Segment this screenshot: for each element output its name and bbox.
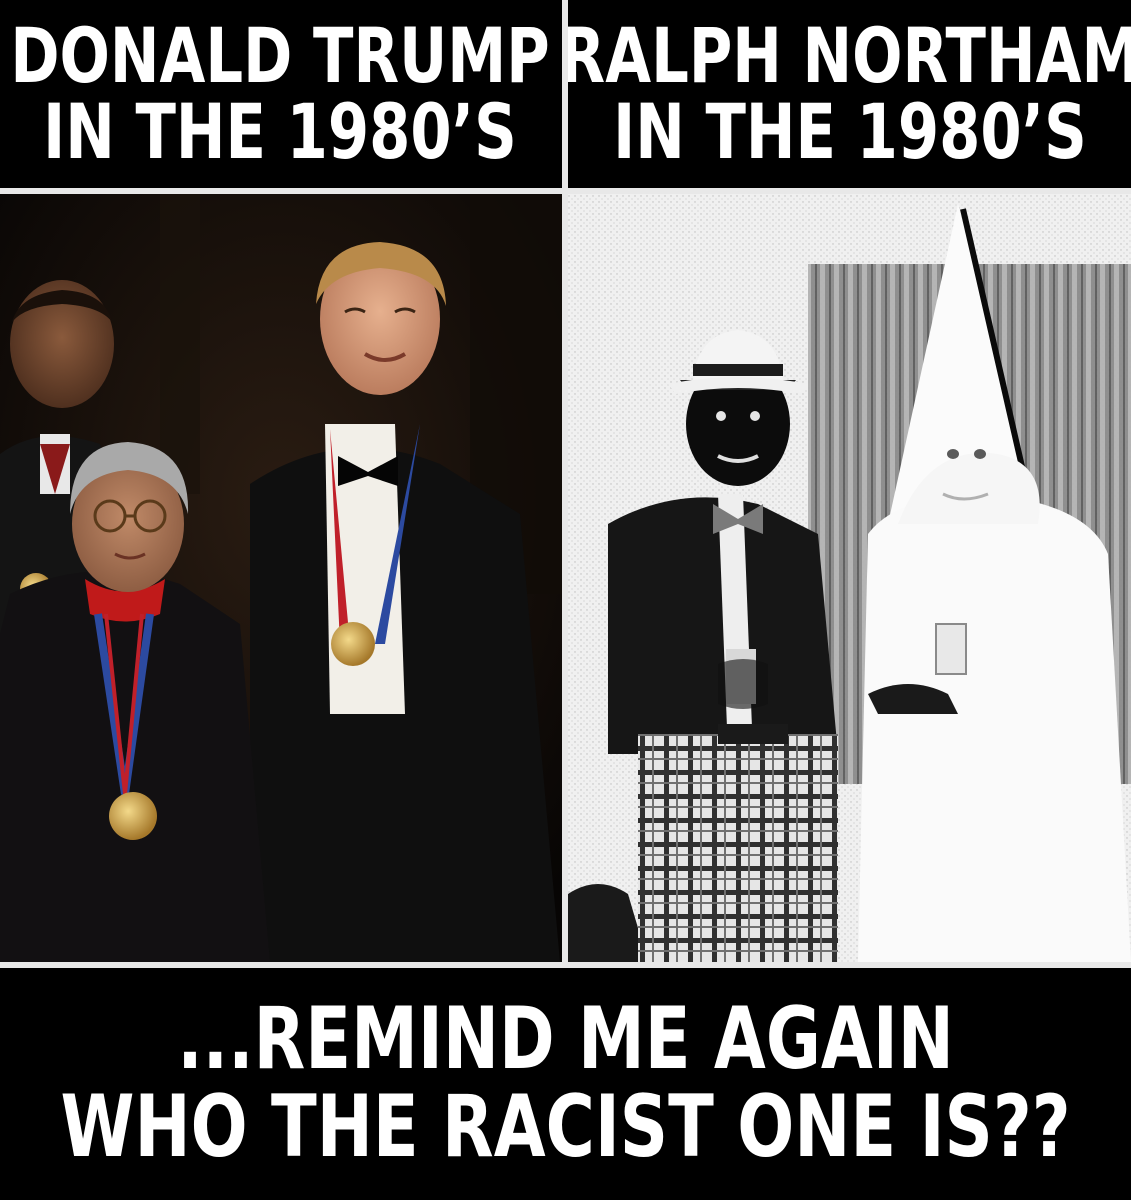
header-right-line1: RALPH NORTHAM <box>559 11 1131 100</box>
left-photo-illustration <box>0 194 562 962</box>
footer-line2: WHO THE RACIST ONE IS?? <box>60 1077 1071 1177</box>
left-photo <box>0 194 562 962</box>
header-right-line2: IN THE 1980’S <box>613 87 1087 176</box>
right-photo-illustration <box>568 194 1131 962</box>
header-left-caption: DONALD TRUMP IN THE 1980’S <box>10 0 549 188</box>
header-left-line2: IN THE 1980’S <box>43 87 517 176</box>
vertical-divider <box>562 0 568 968</box>
header-left-line1: DONALD TRUMP <box>10 11 550 100</box>
header-right-caption: RALPH NORTHAM IN THE 1980’S <box>560 0 1131 188</box>
footer-line1: ...REMIND ME AGAIN <box>177 989 954 1090</box>
right-photo <box>568 194 1131 962</box>
footer-caption: ...REMIND ME AGAIN WHO THE RACIST ONE IS… <box>0 968 1131 1200</box>
meme-image: DONALD TRUMP IN THE 1980’S RALPH NORTHAM… <box>0 0 1131 1200</box>
